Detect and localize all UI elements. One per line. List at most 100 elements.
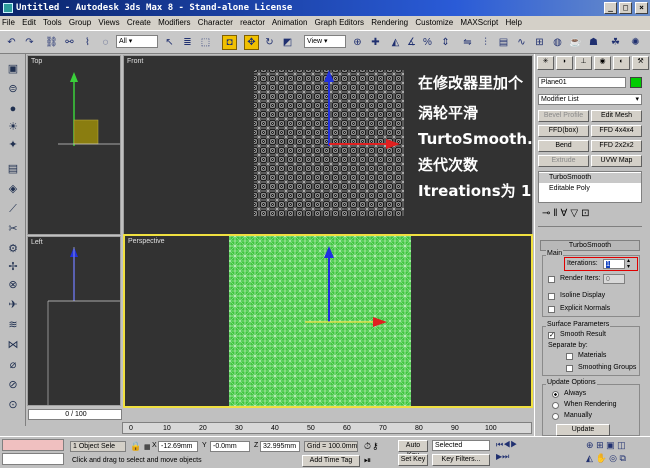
uvw-map-button[interactable]: UVW Map	[591, 155, 642, 167]
smooth-result-checkbox[interactable]: ✓	[548, 332, 555, 339]
stack-item-editable-poly[interactable]: Editable Poly	[539, 184, 641, 194]
pan-icon[interactable]: ✋	[595, 453, 606, 463]
bone-icon[interactable]: ⟋	[4, 202, 22, 217]
selection-filter-dropdown[interactable]: All ▾	[116, 35, 158, 48]
particle-icon[interactable]: ✢	[4, 260, 22, 275]
update-button[interactable]: Update	[556, 424, 610, 436]
key-mode-icon[interactable]: ⏯	[364, 455, 371, 466]
select-link-icon[interactable]: ⛓	[44, 35, 59, 50]
show-end-result-icon[interactable]: ‖	[553, 208, 557, 222]
active-shade-icon[interactable]: ✺	[628, 35, 643, 50]
tab-motion-icon[interactable]: ◉	[594, 56, 611, 70]
unlink-icon[interactable]: ⚯	[62, 35, 77, 50]
mirror-icon[interactable]: ⇋	[460, 35, 475, 50]
render-scene-icon[interactable]: ☕	[568, 35, 583, 50]
reactor-icon[interactable]: ✈	[4, 298, 22, 313]
viewport-left[interactable]: Left	[27, 236, 121, 406]
menu-edit[interactable]: Edit	[22, 18, 36, 27]
close-button[interactable]: ×	[635, 2, 648, 14]
create-light-icon[interactable]: ☀	[4, 120, 22, 135]
configure-sets-icon[interactable]: ⊡	[581, 208, 589, 222]
create-shape-icon[interactable]: ◈	[4, 182, 22, 197]
zoom-icon[interactable]: ⊕	[586, 440, 594, 450]
layer-manager-icon[interactable]: ▤	[496, 35, 511, 50]
redo-icon[interactable]: ↷	[22, 35, 37, 50]
select-object-icon[interactable]: ↖	[162, 35, 177, 50]
menu-help[interactable]: Help	[505, 18, 521, 27]
time-config-icon[interactable]: ⏱	[364, 441, 371, 452]
bend-button[interactable]: Bend	[538, 140, 589, 152]
menu-modifiers[interactable]: Modifiers	[158, 18, 190, 27]
bevel-profile-button[interactable]: Bevel Profile	[538, 110, 589, 122]
material-editor-icon[interactable]: ◍	[550, 35, 565, 50]
schematic-view-icon[interactable]: ⊞	[532, 35, 547, 50]
undo-icon[interactable]: ↶	[4, 35, 19, 50]
menu-tools[interactable]: Tools	[43, 18, 62, 27]
maxscript-listener[interactable]	[2, 439, 64, 451]
snaps-toggle-icon[interactable]: ◭	[388, 35, 403, 50]
set-key-button[interactable]: Set Key	[398, 454, 428, 466]
minimize-button[interactable]: _	[604, 2, 617, 14]
goto-end-icon[interactable]: ⏭	[502, 452, 509, 461]
angle-snap-icon[interactable]: ∡	[404, 35, 419, 50]
materials-checkbox[interactable]	[566, 353, 573, 360]
create-box-icon[interactable]: ▣	[4, 62, 22, 77]
render-iters-checkbox[interactable]	[548, 276, 555, 283]
extrude-button[interactable]: Extrude	[538, 155, 589, 167]
rect-selection-icon[interactable]: ⬚	[198, 35, 213, 50]
create-helper-icon[interactable]: ✦	[4, 138, 22, 153]
tab-hierarchy-icon[interactable]: ⊥	[575, 56, 592, 70]
manually-radio[interactable]	[552, 413, 559, 420]
track-bar[interactable]: 0 10 20 30 40 50 60 70 80 90 100	[122, 422, 532, 434]
zoom-all-icon[interactable]: ⊞	[596, 440, 604, 450]
ffd-4x4x4-button[interactable]: FFD 4x4x4	[591, 125, 642, 137]
iterations-spinner[interactable]: ▴ ▾	[627, 258, 630, 270]
spacewarp-icon[interactable]: ✂	[4, 222, 22, 237]
spinner-snap-icon[interactable]: ⇕	[438, 35, 453, 50]
create-camera-icon[interactable]: ▤	[4, 162, 22, 177]
menu-rendering[interactable]: Rendering	[371, 18, 408, 27]
motor-icon[interactable]: ⊙	[4, 398, 22, 413]
pivot-center-icon[interactable]: ⊕	[350, 35, 365, 50]
tab-utilities-icon[interactable]: ⚒	[632, 56, 649, 70]
object-color-swatch[interactable]	[630, 77, 642, 88]
y-coord-field[interactable]: -0.0mm	[210, 441, 250, 452]
system-icon[interactable]: ⚙	[4, 242, 22, 257]
add-time-tag-button[interactable]: Add Time Tag	[302, 455, 360, 467]
abs-mode-icon[interactable]: ▦	[144, 443, 151, 451]
maximize-button[interactable]: □	[619, 2, 632, 14]
make-unique-icon[interactable]: ∀	[561, 208, 568, 222]
min-max-toggle-icon[interactable]: ⧉	[620, 453, 626, 463]
menu-group[interactable]: Group	[69, 18, 91, 27]
z-coord-field[interactable]: 32.995mm	[260, 441, 300, 452]
curve-editor-icon[interactable]: ∿	[514, 35, 529, 50]
menu-graph-editors[interactable]: Graph Editors	[315, 18, 364, 27]
render-last-icon[interactable]: ☘	[608, 35, 623, 50]
play-icon[interactable]: ▶	[510, 440, 517, 449]
menu-views[interactable]: Views	[98, 18, 119, 27]
viewport-perspective[interactable]: Perspective	[123, 234, 533, 408]
spring-icon[interactable]: ⌀	[4, 358, 22, 373]
fov-icon[interactable]: ◭	[586, 453, 593, 463]
menu-file[interactable]: File	[2, 18, 15, 27]
rope-icon[interactable]: ⋈	[4, 338, 22, 353]
remove-modifier-icon[interactable]: ▽	[570, 208, 578, 222]
tab-display-icon[interactable]: ◐	[613, 56, 630, 70]
bind-icon[interactable]: ◌	[98, 35, 113, 50]
auto-key-button[interactable]: Auto Key	[398, 440, 428, 459]
create-sphere-icon[interactable]: ●	[4, 102, 22, 117]
arc-rotate-icon[interactable]: ◎	[609, 453, 617, 463]
menu-character[interactable]: Character	[198, 18, 233, 27]
tab-modify-icon[interactable]: ◗	[556, 56, 573, 70]
menu-animation[interactable]: Animation	[272, 18, 308, 27]
explicit-normals-checkbox[interactable]	[548, 306, 555, 313]
iterations-input[interactable]: 1	[603, 259, 625, 269]
bind-space-warp-icon[interactable]: ⌇	[80, 35, 95, 50]
render-iters-input[interactable]: 0	[603, 274, 625, 284]
key-filters-button[interactable]: Key Filters...	[432, 454, 490, 466]
edit-mesh-button[interactable]: Edit Mesh	[591, 110, 642, 122]
select-move-icon[interactable]: ✥	[244, 35, 259, 50]
tab-create-icon[interactable]: ✳	[537, 56, 554, 70]
ref-coord-dropdown[interactable]: View ▾	[304, 35, 346, 48]
menu-customize[interactable]: Customize	[415, 18, 453, 27]
